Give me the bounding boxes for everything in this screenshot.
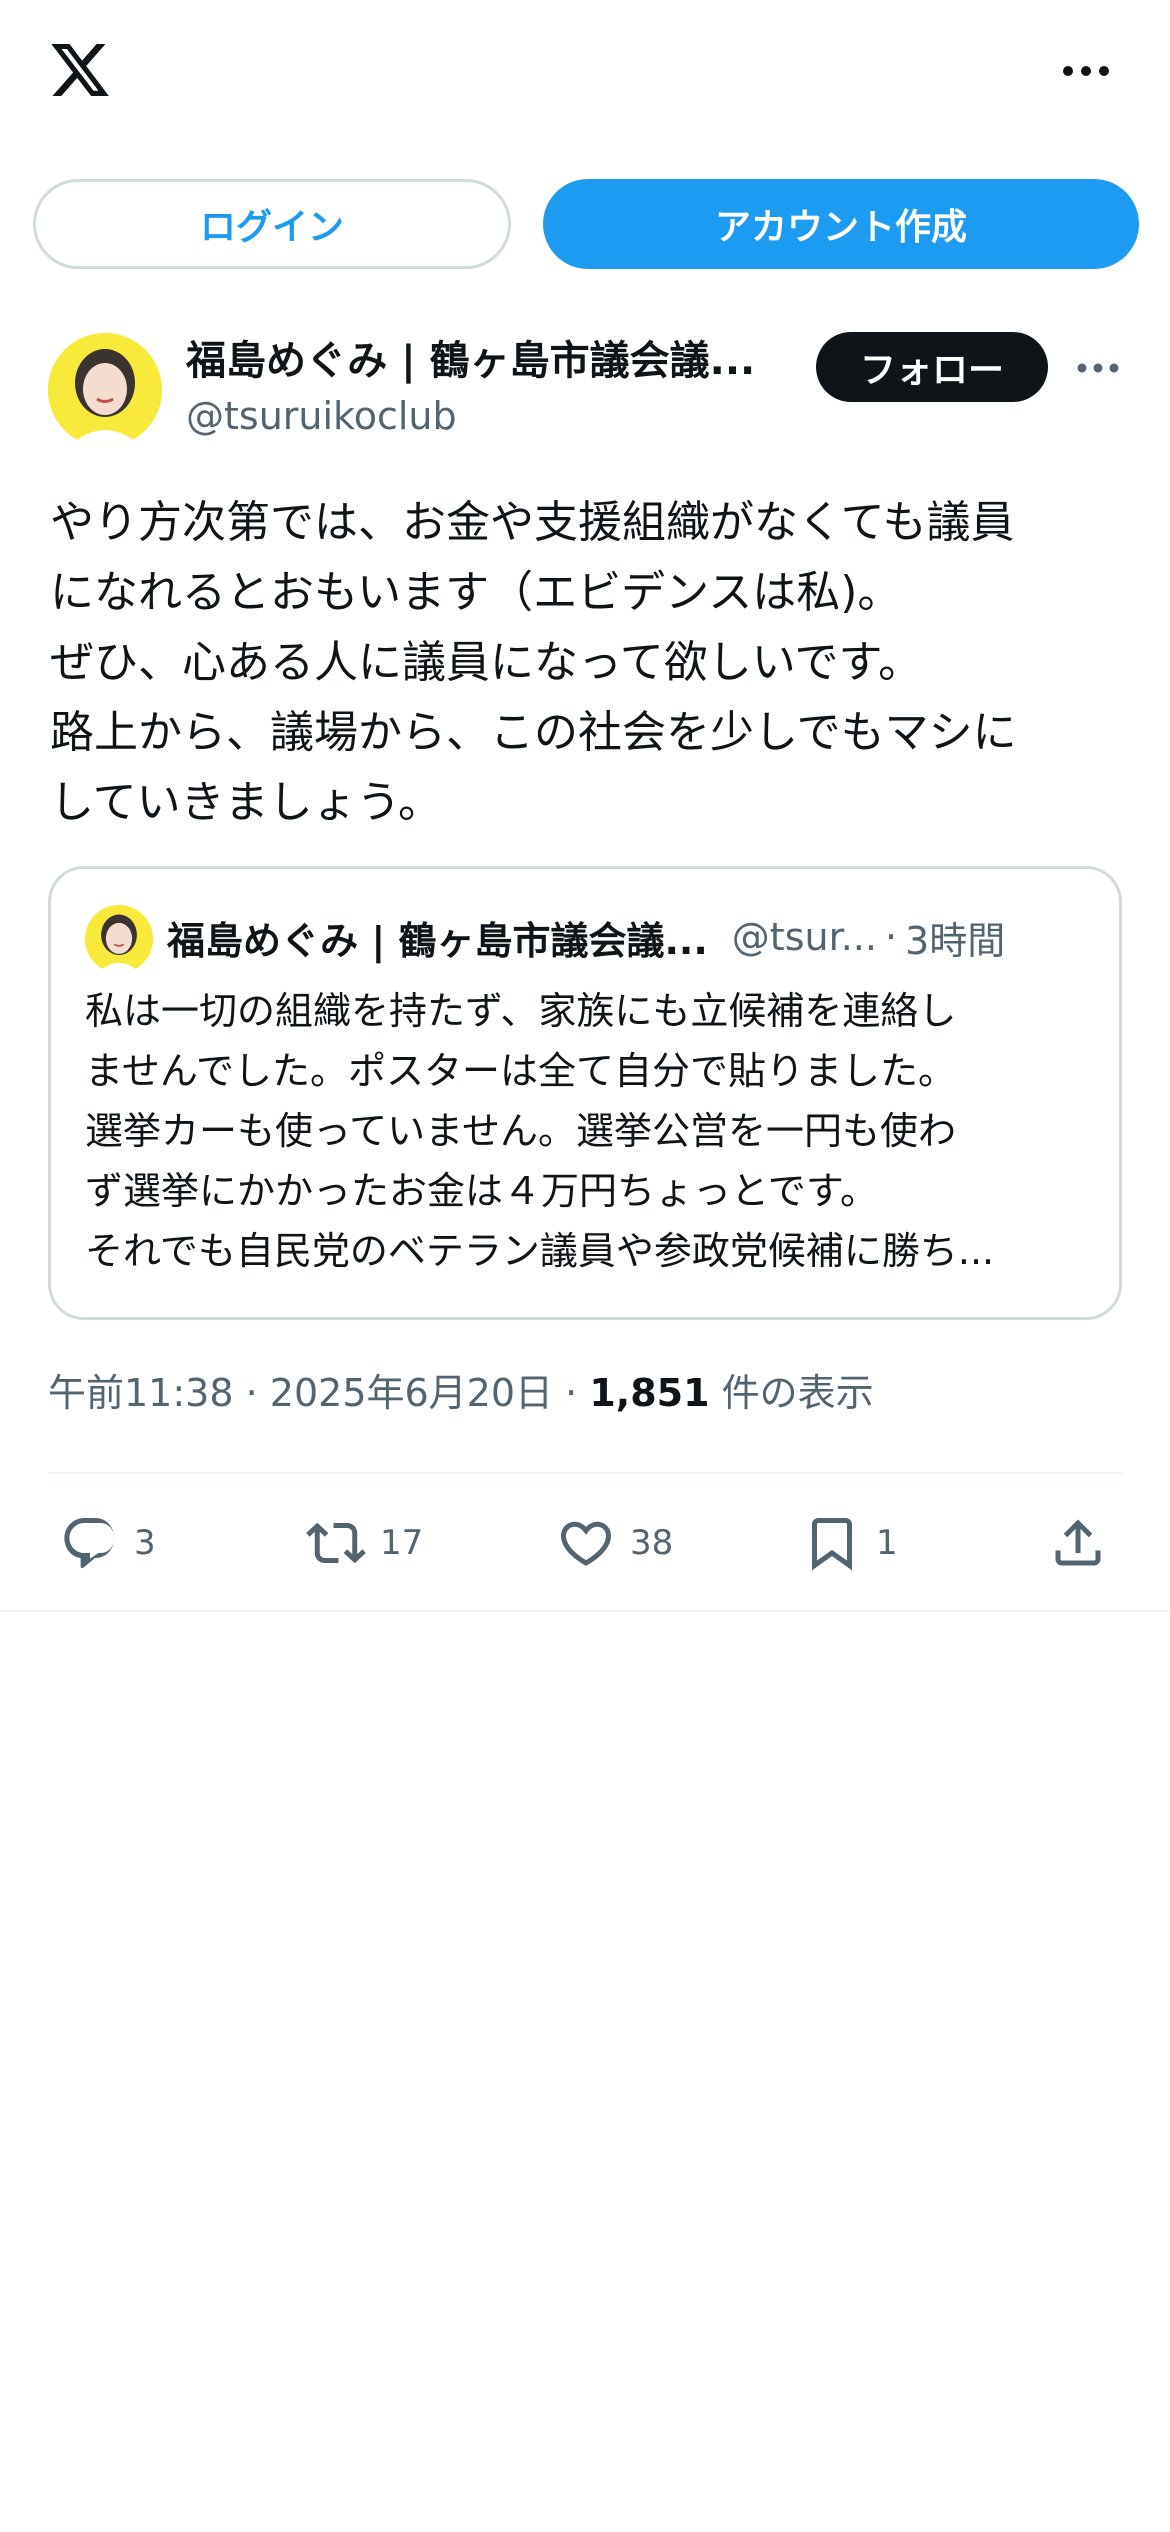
follow-button[interactable]: フォロー	[816, 332, 1048, 402]
share-button[interactable]	[1048, 1508, 1108, 1578]
divider	[0, 1610, 1170, 1612]
divider	[48, 1472, 1122, 1474]
quoted-author-name: 福島めぐみ | 鶴ヶ島市議会議...	[167, 918, 708, 963]
like-button[interactable]: 38	[556, 1508, 673, 1578]
reply-count: 3	[134, 1523, 156, 1563]
bookmark-count: 1	[876, 1523, 898, 1563]
author-avatar[interactable]	[48, 333, 162, 447]
auth-buttons: ログイン アカウント作成	[33, 179, 1139, 269]
create-account-button[interactable]: アカウント作成	[543, 179, 1139, 269]
post-meta: 午前11:38 · 2025年6月20日 · 1,851 件の表示	[48, 1362, 874, 1417]
x-logo-icon[interactable]	[46, 38, 114, 102]
quoted-post-text: 私は一切の組織を持たず、家族にも立候補を連絡し ませんでした。ポスターは全て自分…	[85, 989, 995, 1273]
quoted-post-header: 福島めぐみ | 鶴ヶ島市議会議... @tsur... · 3時間	[167, 907, 1097, 967]
bookmark-button[interactable]: 1	[802, 1508, 898, 1578]
repost-button[interactable]: 17	[306, 1508, 423, 1578]
avatar-portrait-icon	[85, 905, 153, 973]
view-count-label: 件の表示	[721, 1371, 874, 1415]
more-horizontal-icon[interactable]	[1060, 56, 1112, 86]
quoted-author-handle: @tsur...	[731, 915, 877, 959]
top-bar	[0, 0, 1170, 150]
repost-count: 17	[380, 1523, 424, 1563]
repost-icon	[306, 1522, 366, 1564]
author-display-name[interactable]: 福島めぐみ | 鶴ヶ島市議会議...	[186, 328, 786, 386]
view-count: 1,851	[589, 1371, 710, 1415]
quoted-author-avatar	[85, 905, 153, 973]
post-more-icon[interactable]	[1076, 360, 1120, 376]
bookmark-icon	[812, 1518, 852, 1571]
share-icon	[1055, 1519, 1101, 1566]
avatar-portrait-icon	[48, 333, 162, 447]
reply-icon	[64, 1518, 115, 1569]
author-handle[interactable]: @tsuruikoclub	[186, 394, 457, 438]
heart-icon	[560, 1521, 612, 1566]
reply-button[interactable]: 3	[60, 1508, 156, 1578]
separator-dot: ·	[884, 915, 898, 959]
quoted-post[interactable]: 福島めぐみ | 鶴ヶ島市議会議... @tsur... · 3時間 私は一切の組…	[48, 866, 1122, 1320]
post-text: やり方次第では、お金や支援組織がなくても議員 になれるとおもいます（エビデンスは…	[50, 497, 1017, 828]
separator-dot: ·	[565, 1371, 578, 1415]
login-button[interactable]: ログイン	[33, 179, 511, 269]
post-time[interactable]: 午前11:38	[48, 1371, 234, 1415]
like-count: 38	[630, 1523, 674, 1563]
post-date[interactable]: 2025年6月20日	[270, 1371, 553, 1415]
quoted-post-time: 3時間	[905, 918, 1006, 963]
separator-dot: ·	[245, 1371, 258, 1415]
